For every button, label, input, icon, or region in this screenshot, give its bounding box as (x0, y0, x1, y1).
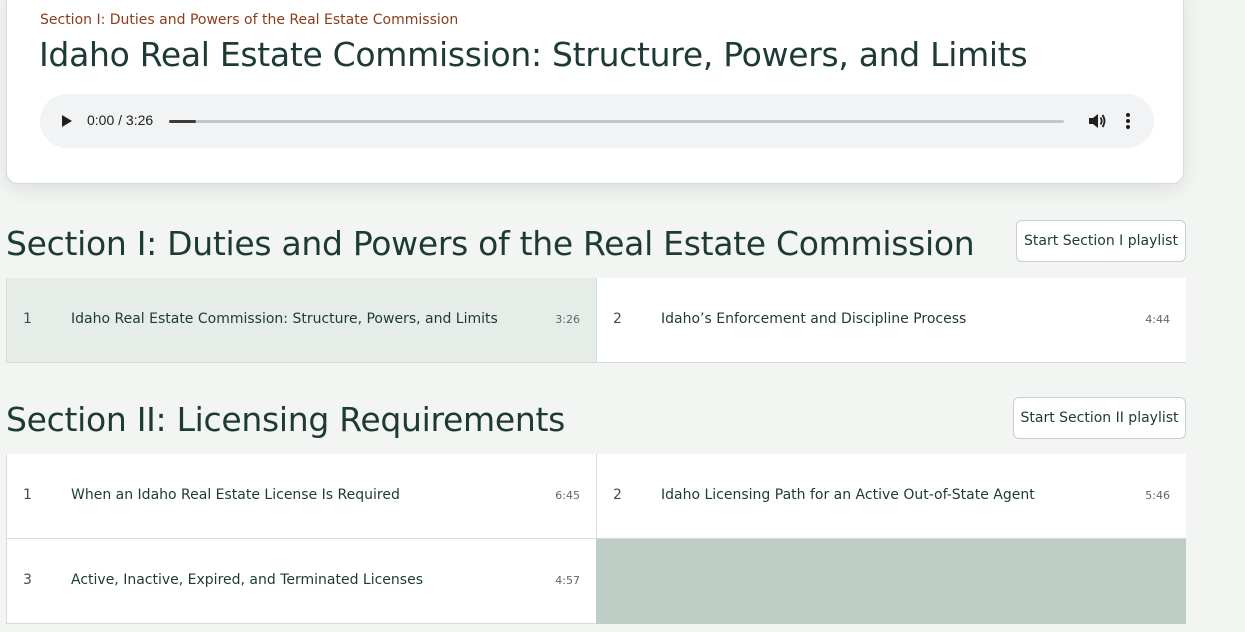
section-2-track-list: 1 When an Idaho Real Estate License Is R… (6, 454, 1186, 624)
page: Section I: Duties and Powers of the Real… (0, 0, 1245, 632)
play-button[interactable] (58, 113, 74, 129)
now-playing-title: Idaho Real Estate Commission: Structure,… (39, 35, 1028, 74)
track-item[interactable]: 3 Active, Inactive, Expired, and Termina… (6, 539, 596, 624)
track-title: Idaho Real Estate Commission: Structure,… (71, 311, 498, 327)
track-title: When an Idaho Real Estate License Is Req… (71, 487, 400, 503)
seek-bar[interactable] (169, 120, 1064, 123)
start-section-1-playlist-button[interactable]: Start Section I playlist (1016, 220, 1186, 262)
now-playing-card: Section I: Duties and Powers of the Real… (6, 0, 1184, 184)
track-duration: 5:46 (1145, 489, 1170, 502)
track-number: 2 (613, 487, 622, 503)
track-duration: 3:26 (555, 313, 580, 326)
volume-button[interactable] (1087, 111, 1107, 131)
now-playing-section-label: Section I: Duties and Powers of the Real… (40, 12, 459, 28)
track-item[interactable]: 1 Idaho Real Estate Commission: Structur… (6, 278, 596, 363)
more-vertical-icon (1126, 113, 1130, 129)
track-duration: 4:57 (555, 574, 580, 587)
section-2-title: Section II: Licensing Requirements (6, 400, 566, 439)
start-section-2-playlist-button[interactable]: Start Section II playlist (1013, 397, 1186, 439)
track-item[interactable]: 1 When an Idaho Real Estate License Is R… (6, 454, 596, 539)
volume-icon (1089, 114, 1106, 128)
more-options-button[interactable] (1121, 111, 1135, 131)
play-icon (62, 115, 72, 127)
track-duration: 4:44 (1145, 313, 1170, 326)
track-title: Active, Inactive, Expired, and Terminate… (71, 572, 423, 588)
track-number: 1 (23, 311, 32, 327)
audio-player: 0:00 / 3:26 (40, 94, 1154, 148)
track-item[interactable]: 2 Idaho Licensing Path for an Active Out… (596, 454, 1186, 539)
track-title: Idaho’s Enforcement and Discipline Proce… (661, 311, 967, 327)
track-number: 2 (613, 311, 622, 327)
track-number: 3 (23, 572, 32, 588)
section-1-track-list: 1 Idaho Real Estate Commission: Structur… (6, 278, 1186, 363)
track-duration: 6:45 (555, 489, 580, 502)
empty-grid-cell (596, 539, 1186, 624)
track-item[interactable]: 2 Idaho’s Enforcement and Discipline Pro… (596, 278, 1186, 363)
section-1-title: Section I: Duties and Powers of the Real… (6, 224, 975, 263)
playback-time: 0:00 / 3:26 (87, 112, 154, 128)
track-title: Idaho Licensing Path for an Active Out-o… (661, 487, 1035, 503)
track-number: 1 (23, 487, 32, 503)
seek-bar-progress (169, 120, 196, 123)
